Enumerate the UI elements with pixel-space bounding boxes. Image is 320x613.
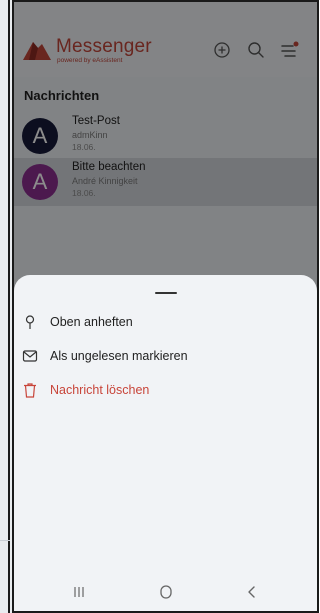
pin-icon xyxy=(25,315,35,329)
device-frame-edge xyxy=(8,0,10,613)
pin-to-top-action[interactable]: Oben anheften xyxy=(14,307,317,337)
trash-icon xyxy=(24,383,36,398)
divider xyxy=(0,540,10,541)
drag-handle[interactable] xyxy=(154,292,177,294)
action-label: Oben anheften xyxy=(50,315,133,329)
action-label: Als ungelesen markieren xyxy=(50,349,188,363)
delete-message-action[interactable]: Nachricht löschen xyxy=(14,375,317,405)
action-label: Nachricht löschen xyxy=(50,383,150,397)
home-icon[interactable] xyxy=(156,582,176,602)
recents-icon[interactable] xyxy=(69,582,89,602)
back-icon[interactable] xyxy=(242,582,262,602)
previous-screen-edge xyxy=(0,0,12,613)
phone-screen: Messenger powered by eAssistent Nachrich… xyxy=(12,0,319,613)
system-navigation-bar xyxy=(14,573,317,611)
envelope-icon xyxy=(22,350,38,362)
mark-unread-action[interactable]: Als ungelesen markieren xyxy=(14,341,317,371)
bottom-sheet: Oben anheften Als ungelesen markieren Na… xyxy=(14,275,317,611)
